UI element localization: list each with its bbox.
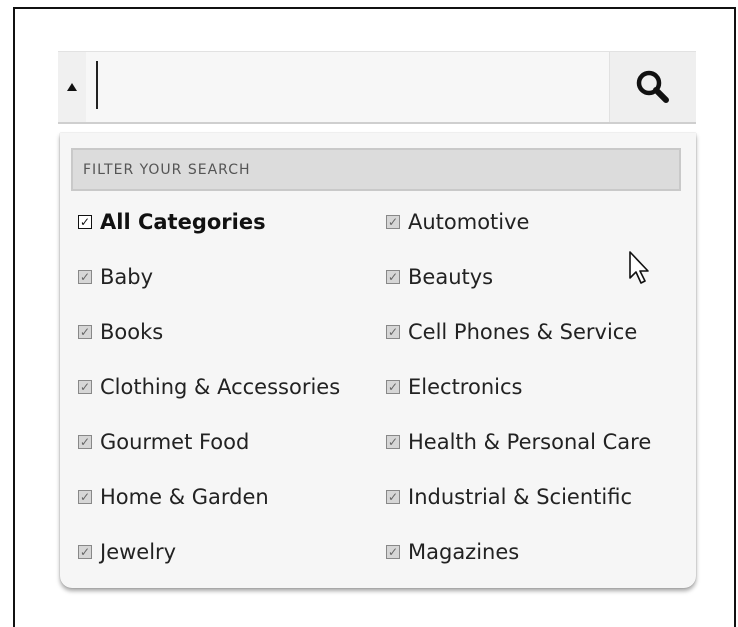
category-all-categories[interactable]: ✓ All Categories [78,202,266,242]
checkbox-checked-icon[interactable]: ✓ [78,270,92,284]
category-industrial-scientific[interactable]: ✓ Industrial & Scientific [386,477,632,517]
category-label: Books [100,320,164,344]
checkbox-checked-icon[interactable]: ✓ [78,380,92,394]
category-label: Beautys [408,265,494,289]
category-label: Home & Garden [100,485,269,509]
category-label: Electronics [408,375,523,399]
checkbox-checked-icon[interactable]: ✓ [386,270,400,284]
category-label: Gourmet Food [100,430,250,454]
category-beautys[interactable]: ✓ Beautys [386,257,493,297]
category-books[interactable]: ✓ Books [78,312,163,352]
category-label: All Categories [100,210,266,234]
checkbox-checked-icon[interactable]: ✓ [386,545,400,559]
dropdown-toggle-button[interactable] [58,52,86,122]
checkbox-checked-icon[interactable]: ✓ [386,490,400,504]
category-electronics[interactable]: ✓ Electronics [386,367,522,407]
checkbox-checked-icon[interactable]: ✓ [386,380,400,394]
category-magazines[interactable]: ✓ Magazines [386,532,519,572]
category-home-garden[interactable]: ✓ Home & Garden [78,477,269,517]
category-cell-phones-service[interactable]: ✓ Cell Phones & Service [386,312,637,352]
checkbox-checked-icon[interactable]: ✓ [386,215,400,229]
search-button[interactable] [609,52,696,122]
magnifier-icon [636,70,669,103]
checkbox-checked-icon[interactable]: ✓ [386,435,400,449]
category-health-personal-care[interactable]: ✓ Health & Personal Care [386,422,651,462]
checkbox-checked-icon[interactable]: ✓ [78,545,92,559]
category-label: Clothing & Accessories [100,375,341,399]
category-label: Health & Personal Care [408,430,652,454]
checkbox-checked-icon[interactable]: ✓ [78,435,92,449]
mouse-pointer-icon [629,251,649,284]
filter-header: FILTER YOUR SEARCH [71,148,681,191]
category-label: Automotive [408,210,530,234]
category-automotive[interactable]: ✓ Automotive [386,202,529,242]
checkbox-checked-icon[interactable]: ✓ [78,215,92,229]
category-label: Baby [100,265,154,289]
filter-dropdown-panel: FILTER YOUR SEARCH ✓ All Categories ✓ Ba… [60,133,696,588]
category-label: Jewelry [100,540,177,564]
category-clothing-accessories[interactable]: ✓ Clothing & Accessories [78,367,340,407]
search-bar [58,51,696,124]
category-baby[interactable]: ✓ Baby [78,257,153,297]
checkbox-checked-icon[interactable]: ✓ [78,490,92,504]
category-gourmet-food[interactable]: ✓ Gourmet Food [78,422,249,462]
category-label: Cell Phones & Service [408,320,638,344]
triangle-up-icon [67,83,77,91]
checkbox-checked-icon[interactable]: ✓ [386,325,400,339]
checkbox-checked-icon[interactable]: ✓ [78,325,92,339]
category-label: Magazines [408,540,520,564]
category-label: Industrial & Scientific [408,485,632,509]
text-caret [96,61,98,109]
category-jewelry[interactable]: ✓ Jewelry [78,532,176,572]
search-input[interactable] [88,58,658,116]
